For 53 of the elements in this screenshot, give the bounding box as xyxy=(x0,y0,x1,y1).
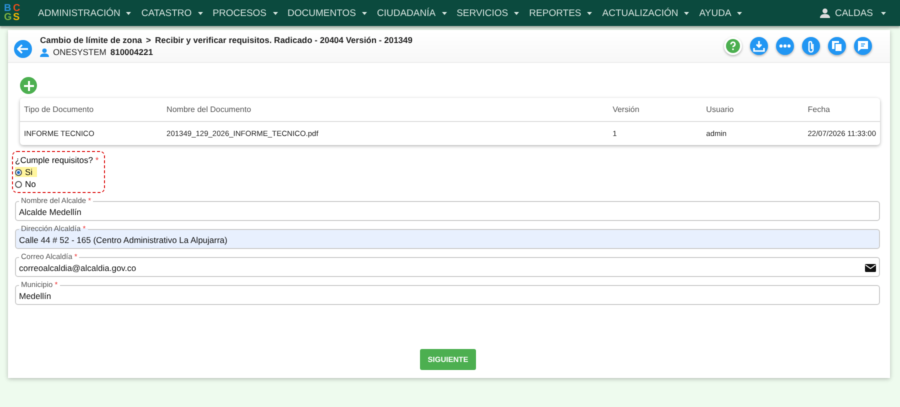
menu-item[interactable]: AYUDA xyxy=(699,8,742,18)
caret-icon xyxy=(272,12,278,14)
more-icon xyxy=(779,44,791,48)
caret-icon xyxy=(587,12,592,14)
help-button[interactable] xyxy=(724,37,742,55)
logo[interactable]: B C GS xyxy=(4,4,22,22)
menu-item[interactable]: ACTUALIZACIÓN xyxy=(602,8,690,18)
column-header: Nombre del Documento xyxy=(162,98,609,122)
menu-item[interactable]: DOCUMENTOS xyxy=(288,8,367,18)
user-icon xyxy=(40,48,49,56)
column-header: Fecha xyxy=(804,98,880,122)
radio-option[interactable]: Si xyxy=(15,167,37,177)
menu-item[interactable]: REPORTES xyxy=(529,8,592,18)
user-icon xyxy=(820,8,830,18)
owner-name: ONESYSTEM xyxy=(53,47,106,57)
breadcrumb-item[interactable]: Recibir y verificar requisitos. Radicado - 20404 Versión - 201349 xyxy=(155,35,412,45)
back-button[interactable] xyxy=(14,40,32,58)
menu-item[interactable]: CIUDADANÍA xyxy=(376,8,447,18)
caret-icon xyxy=(126,12,132,14)
caret-icon xyxy=(362,12,367,14)
copy-button[interactable] xyxy=(828,37,846,55)
comment-icon xyxy=(857,40,869,52)
more-button[interactable] xyxy=(776,37,794,55)
paperclip-icon xyxy=(807,40,815,52)
envelope-icon xyxy=(865,264,876,272)
caret-icon xyxy=(881,12,886,14)
download-icon xyxy=(753,40,765,52)
plus-icon xyxy=(24,80,34,90)
attach-button[interactable] xyxy=(802,37,820,55)
caret-icon xyxy=(684,12,690,14)
add-button[interactable] xyxy=(20,77,37,94)
menu-item[interactable]: PROCESOS xyxy=(212,8,278,18)
caret-icon xyxy=(442,12,447,14)
menu-item[interactable]: SERVICIOS xyxy=(456,8,520,18)
column-header: Versión xyxy=(608,98,702,122)
user-menu[interactable]: CALDAS xyxy=(820,8,886,18)
copy-icon xyxy=(831,40,843,52)
caret-icon xyxy=(514,12,520,14)
column-header: Tipo de Documento xyxy=(20,98,163,122)
owner-id: 810004221 xyxy=(110,47,153,57)
radio-option[interactable]: No xyxy=(15,179,40,189)
comment-button[interactable] xyxy=(854,37,872,55)
menu-item[interactable]: CATASTRO xyxy=(141,8,203,18)
column-header: Usuario xyxy=(702,98,804,122)
breadcrumb-item[interactable]: Cambio de límite de zona xyxy=(40,35,142,45)
menu-item[interactable]: ADMINISTRACIÓN xyxy=(38,8,132,18)
caret-icon xyxy=(198,12,203,14)
download-button[interactable] xyxy=(750,37,768,55)
caret-icon xyxy=(737,12,742,14)
help-icon xyxy=(726,39,740,53)
question-label: ¿Cumple requisitos? * xyxy=(15,155,100,165)
left-arrow-icon xyxy=(17,44,29,54)
breadcrumb-separator: > xyxy=(146,35,151,45)
